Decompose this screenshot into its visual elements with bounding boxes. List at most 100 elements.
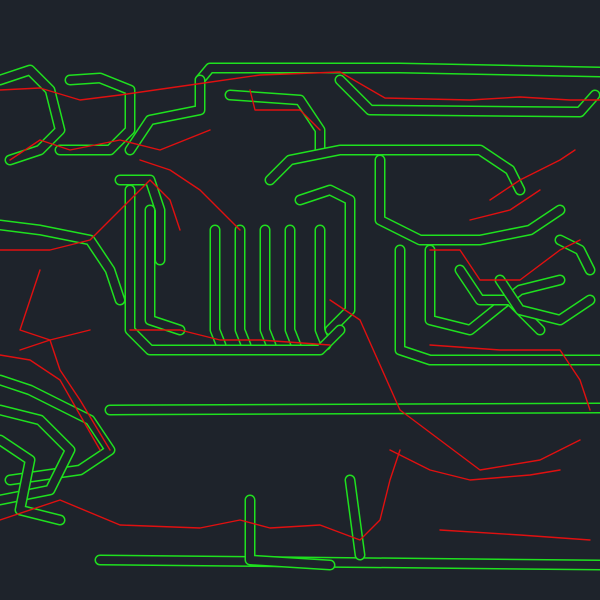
- copper-pad-clearance: [338, 418, 353, 483]
- copper-pad-outline: [559, 167, 581, 199]
- copper-pad-clearance: [473, 418, 488, 483]
- copper-pad-clearance: [360, 418, 375, 483]
- copper-trace-clearance: [96, 556, 600, 569]
- copper-pad-outline: [426, 416, 444, 484]
- copper-trace-clearance: [346, 476, 364, 559]
- copper-pad-outline: [426, 512, 444, 544]
- copper-pad-clearance: [203, 418, 218, 483]
- copper-pad-clearance: [248, 418, 263, 483]
- copper-pad-outline: [111, 512, 129, 544]
- copper-pad-outline: [404, 416, 422, 484]
- copper-pad-outline: [25, 176, 43, 204]
- copper-pad-clearance: [93, 82, 108, 119]
- copper-pad-outline: [516, 512, 534, 544]
- copper-pad-clearance: [495, 418, 510, 483]
- copper-pad-outline: [494, 416, 512, 484]
- copper-pad-outline: [449, 512, 467, 544]
- copper-pad-outline: [561, 416, 579, 484]
- copper-pad-clearance: [383, 514, 398, 543]
- copper-pad-outline: [134, 512, 152, 544]
- copper-pad-clearance: [405, 418, 420, 483]
- copper-pad-clearance: [135, 418, 150, 483]
- copper-pad-outline: [336, 416, 354, 484]
- ratsnest-line: [19, 269, 91, 341]
- copper-pad-outline: [291, 512, 309, 544]
- copper-pad-clearance: [45, 178, 60, 203]
- copper-pad-clearance: [473, 514, 488, 543]
- copper-pad-clearance: [293, 418, 308, 483]
- copper-pad-clearance: [563, 418, 578, 483]
- copper-pad-clearance: [518, 418, 533, 483]
- copper-pad-outline: [134, 416, 152, 484]
- copper-pad-clearance: [270, 418, 285, 483]
- copper-pad-outline: [11, 80, 29, 120]
- copper-traces-layer: [0, 62, 600, 571]
- copper-pad-clearance: [158, 418, 173, 483]
- copper-pad-outline: [224, 416, 242, 484]
- copper-pad-clearance: [293, 514, 308, 543]
- copper-trace-clearance: [196, 64, 600, 84]
- copper-pad-clearance: [315, 418, 330, 483]
- ratsnest-line: [129, 329, 331, 346]
- copper-pad-clearance: [428, 514, 443, 543]
- copper-pad-clearance: [28, 244, 45, 273]
- copper-pad-clearance: [113, 514, 128, 543]
- copper-pad-clearance: [405, 514, 420, 543]
- copper-pad-outline: [66, 242, 86, 274]
- copper-pad-clearance: [8, 244, 25, 273]
- copper-pad-outline: [404, 512, 422, 544]
- copper-pad-outline: [471, 416, 489, 484]
- pcb-board-canvas[interactable]: [0, 0, 600, 600]
- copper-pad-outline: [291, 416, 309, 484]
- copper-pad-clearance: [180, 418, 195, 483]
- ratsnest-line: [469, 189, 541, 221]
- copper-trace-clearance: [126, 76, 204, 154]
- copper-pad-outline: [156, 416, 174, 484]
- copper-pad-clearance: [461, 169, 480, 198]
- copper-pad-outline: [6, 242, 26, 274]
- copper-pad-outline: [359, 416, 377, 484]
- copper-pad-outline: [224, 512, 242, 544]
- ratsnest-line: [389, 449, 561, 481]
- copper-trace-clearance: [56, 74, 134, 154]
- copper-pad-outline: [539, 512, 557, 544]
- copper-pad-outline: [471, 512, 489, 544]
- copper-trace-clearance: [266, 146, 524, 194]
- copper-pad-clearance: [135, 514, 150, 543]
- copper-trace-outline: [0, 404, 76, 506]
- copper-pad-outline: [516, 416, 534, 484]
- copper-pad-clearance: [225, 514, 240, 543]
- copper-pad-outline: [26, 242, 46, 274]
- copper-pad-clearance: [495, 514, 510, 543]
- copper-pad-outline: [43, 176, 61, 204]
- copper-pad-clearance: [27, 178, 42, 203]
- copper-pad-outline: [201, 512, 219, 544]
- copper-trace-clearance: [106, 404, 600, 414]
- copper-pad-outline: [179, 416, 197, 484]
- copper-pad-clearance: [450, 514, 465, 543]
- copper-pad-outline: [381, 512, 399, 544]
- copper-pad-clearance: [518, 514, 533, 543]
- copper-pad-clearance: [536, 169, 555, 198]
- copper-pad-clearance: [225, 418, 240, 483]
- copper-pad-outline: [246, 416, 264, 484]
- copper-pad-outline: [459, 167, 481, 199]
- copper-trace-outline: [244, 494, 336, 571]
- copper-pad-clearance: [81, 178, 96, 203]
- copper-pad-outline: [269, 416, 287, 484]
- ratsnest-line: [489, 149, 576, 201]
- copper-pad-outline: [484, 167, 506, 199]
- copper-pad-clearance: [203, 514, 218, 543]
- copper-pad-outline: [314, 416, 332, 484]
- copper-pad-outline: [7, 176, 25, 204]
- ratsnest-line: [439, 529, 591, 541]
- ratsnest-line: [429, 239, 581, 281]
- copper-pad-outline: [156, 512, 174, 544]
- copper-trace-clearance: [0, 221, 124, 304]
- copper-pad-clearance: [9, 178, 24, 203]
- copper-trace-clearance: [556, 236, 594, 274]
- copper-pad-clearance: [158, 514, 173, 543]
- copper-pad-outline: [201, 416, 219, 484]
- copper-pad-clearance: [13, 82, 28, 119]
- copper-pad-outline: [494, 512, 512, 544]
